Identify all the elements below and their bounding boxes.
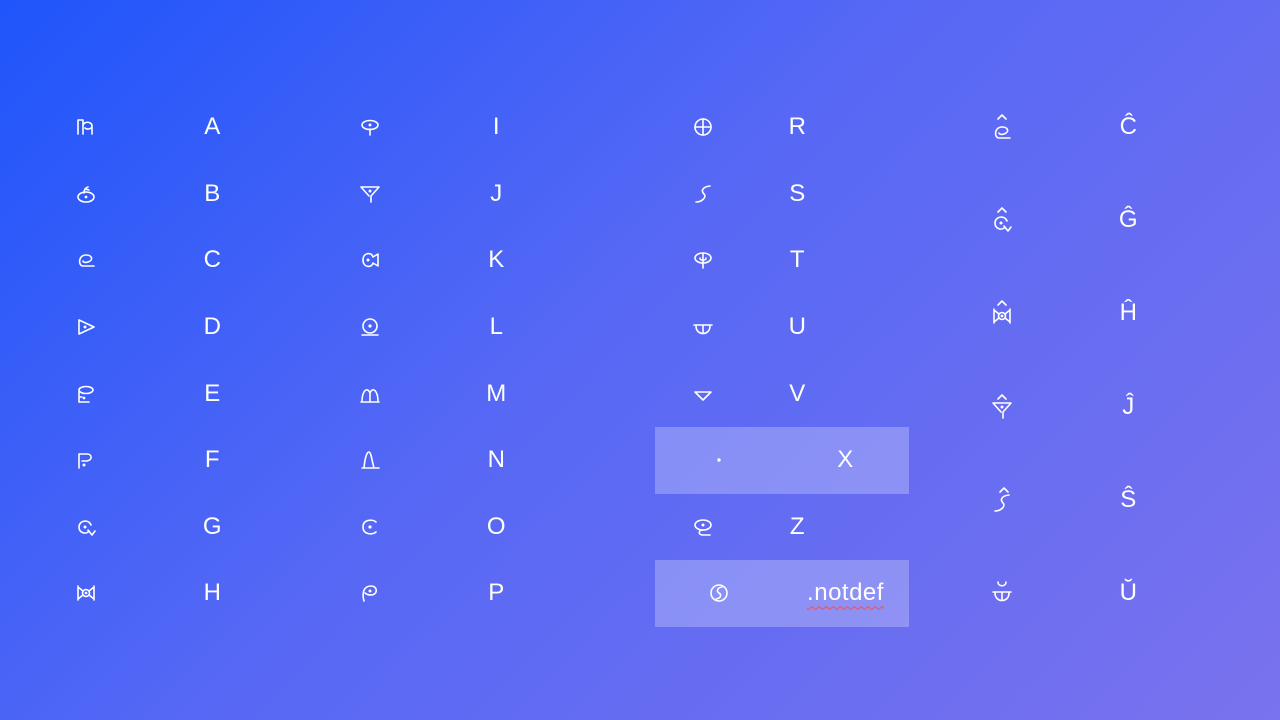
glyph-pair-m: M <box>306 360 561 427</box>
script-glyph-z-icon <box>655 516 750 538</box>
glyph-letter: D <box>203 313 222 341</box>
script-glyph-o-icon <box>306 516 433 538</box>
glyph-pair-notdef: .notdef <box>655 560 909 627</box>
script-glyph-b-icon <box>22 183 149 205</box>
glyph-letter: K <box>488 246 505 274</box>
script-glyph-u-icon <box>655 316 750 338</box>
glyph-letter: R <box>788 113 807 141</box>
glyph-chart: A B C D E F G H I J K L M N O P R S T U … <box>0 0 1280 720</box>
glyph-pair-ubreve: Ŭ <box>938 560 1194 653</box>
glyph-pair-f: F <box>22 427 277 494</box>
glyph-letter: U <box>788 313 807 341</box>
glyph-letter: Ĝ <box>1118 206 1139 234</box>
script-glyph-c-icon <box>22 249 149 271</box>
glyph-column-3: R S T U V X Z .notdef <box>590 94 909 627</box>
glyph-column-1: A B C D E F G H <box>22 94 277 627</box>
script-glyph-jcirc-icon <box>938 374 1065 440</box>
glyph-pair-b: B <box>22 161 277 228</box>
glyph-letter: N <box>487 446 506 474</box>
script-glyph-l-icon <box>306 316 433 338</box>
glyph-pair-j: J <box>306 161 561 228</box>
script-glyph-g-icon <box>22 516 149 538</box>
glyph-letter: S <box>789 179 806 207</box>
script-glyph-r-icon <box>655 116 750 138</box>
script-glyph-e-icon <box>22 383 149 405</box>
glyph-pair-t: T <box>590 227 845 294</box>
script-glyph-j-icon <box>306 183 433 205</box>
script-glyph-k-icon <box>306 249 433 271</box>
glyph-letter: A <box>204 113 221 141</box>
glyph-letter: P <box>488 579 505 607</box>
glyph-pair-h: H <box>22 560 277 627</box>
script-glyph-s-icon <box>655 183 750 205</box>
glyph-letter: F <box>204 446 221 474</box>
glyph-column-accented: Ĉ Ĝ Ĥ Ĵ Ŝ Ŭ <box>938 94 1194 653</box>
glyph-pair-gcirc: Ĝ <box>938 187 1194 280</box>
glyph-letter: J <box>490 179 503 207</box>
glyph-pair-x: X <box>655 426 909 494</box>
glyph-pair-u: U <box>590 294 845 361</box>
glyph-pair-k: K <box>306 227 561 294</box>
script-glyph-a-icon <box>22 116 149 138</box>
glyph-pair-hcirc: Ĥ <box>938 280 1194 373</box>
glyph-pair-d: D <box>22 294 277 361</box>
glyph-pair-e: E <box>22 360 277 427</box>
glyph-letter: Ŝ <box>1120 485 1137 513</box>
glyph-pair-z: Z <box>590 494 845 561</box>
glyph-pair-v: V <box>590 360 845 427</box>
glyph-pair-ccirc: Ĉ <box>938 94 1194 187</box>
glyph-pair-i: I <box>306 94 561 161</box>
glyph-column-2: I J K L M N O P <box>306 94 561 627</box>
glyph-letter: V <box>789 379 806 407</box>
script-glyph-v-icon <box>655 383 750 405</box>
script-glyph-notdef-icon <box>655 582 782 604</box>
script-glyph-ccirc-icon <box>938 94 1065 160</box>
glyph-pair-s: S <box>590 161 845 228</box>
script-glyph-ubreve-icon <box>938 560 1065 626</box>
glyph-letter: M <box>486 379 507 407</box>
glyph-letter: Ĥ <box>1119 299 1138 327</box>
script-glyph-f-icon <box>22 449 149 471</box>
glyph-pair-jcirc: Ĵ <box>938 374 1194 467</box>
script-glyph-i-icon <box>306 116 433 138</box>
script-glyph-x-icon <box>655 449 782 471</box>
glyph-pair-r: R <box>590 94 845 161</box>
script-glyph-t-icon <box>655 249 750 271</box>
script-glyph-n-icon <box>306 449 433 471</box>
glyph-pair-p: P <box>306 560 561 627</box>
glyph-pair-n: N <box>306 427 561 494</box>
script-glyph-p-icon <box>306 582 433 604</box>
glyph-pair-scirc: Ŝ <box>938 467 1194 560</box>
script-glyph-m-icon <box>306 383 433 405</box>
glyph-pair-g: G <box>22 494 277 561</box>
glyph-letter: H <box>203 579 222 607</box>
glyph-letter: C <box>203 246 222 274</box>
glyph-pair-o: O <box>306 494 561 561</box>
glyph-letter: I <box>492 113 501 141</box>
glyph-letter: O <box>486 512 507 540</box>
glyph-pair-l: L <box>306 294 561 361</box>
glyph-pair-a: A <box>22 94 277 161</box>
glyph-letter: T <box>789 246 806 274</box>
script-glyph-hcirc-icon <box>938 280 1065 346</box>
script-glyph-h-icon <box>22 582 149 604</box>
glyph-letter: B <box>204 179 221 207</box>
script-glyph-gcirc-icon <box>938 187 1065 253</box>
glyph-letter: Ŭ <box>1119 578 1138 606</box>
glyph-letter: X <box>837 446 854 474</box>
glyph-letter: L <box>489 313 504 341</box>
glyph-pair-c: C <box>22 227 277 294</box>
glyph-letter: Z <box>789 512 806 540</box>
glyph-letter: G <box>202 512 223 540</box>
script-glyph-d-icon <box>22 316 149 338</box>
glyph-letter: E <box>204 379 221 407</box>
glyph-letter: Ĵ <box>1122 392 1135 420</box>
glyph-letter: Ĉ <box>1119 113 1138 140</box>
glyph-letter-notdef: .notdef <box>807 579 884 607</box>
script-glyph-scirc-icon <box>938 467 1065 533</box>
